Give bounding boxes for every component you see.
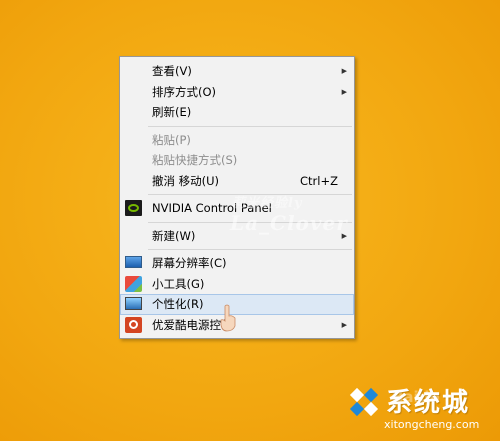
submenu-arrow-icon: ▶ [341,320,347,329]
site-logo: Baidu 系统城 xitongcheng.com [344,380,499,440]
menu-item-label: 新建(W) [152,228,196,243]
submenu-arrow-icon: ▶ [341,87,347,96]
menu-item-label: 个性化(R) [152,297,204,311]
gadgets-icon [125,275,142,292]
menu-separator [148,249,352,250]
watermark: 莉米经验ly La_Clover [230,196,348,235]
hand-cursor-icon [220,304,236,332]
menu-item[interactable]: 查看(V) ▶ [120,61,354,82]
submenu-arrow-icon: ▶ [341,67,347,75]
logo-diamond-icon [349,387,379,417]
menu-item[interactable]: 粘贴(P) [120,130,354,151]
menu-item[interactable]: 刷新(E) [120,102,354,123]
menu-separator [148,125,352,127]
menu-item-label: 屏幕分辨率(C) [152,256,227,270]
menu-item-label: 刷新(E) [152,105,192,119]
personalize-icon [125,297,142,310]
menu-item-label: 粘贴(P) [152,132,191,147]
menu-item-label: 排序方式(O) [152,84,217,99]
nvidia-icon [125,200,142,216]
menu-item[interactable]: 粘贴快捷方式(S) [120,150,354,171]
menu-item-label: 撤消 移动(U) [152,173,220,188]
menu-item[interactable]: 排序方式(O) ▶ [120,82,354,103]
menu-item-label: 粘贴快捷方式(S) [152,153,238,167]
menu-item-shortcut: Ctrl+Z [300,173,338,188]
power-control-icon [125,316,142,333]
menu-item[interactable]: 小工具(G) [120,274,354,295]
menu-item-label: 小工具(G) [152,276,205,291]
menu-item[interactable]: 屏幕分辨率(C) [120,253,354,274]
menu-item-label: 查看(V) [152,64,192,78]
menu-item[interactable]: 撤消 移动(U) Ctrl+Z [120,171,354,192]
screen-resolution-icon [125,256,142,268]
